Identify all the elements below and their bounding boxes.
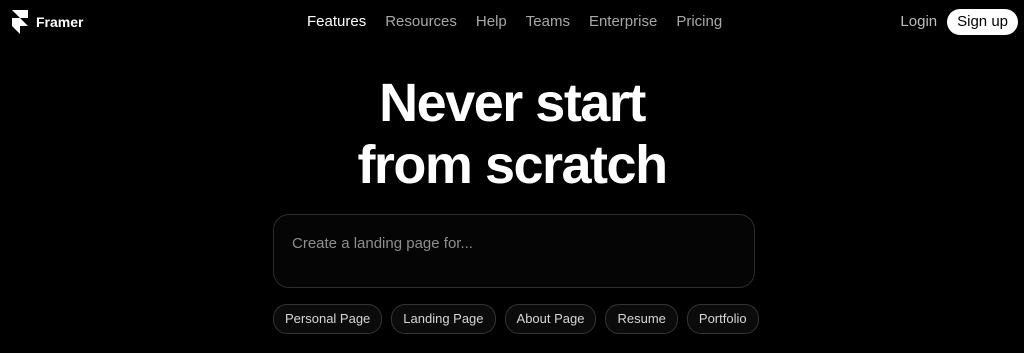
nav-link-pricing[interactable]: Pricing <box>676 12 722 32</box>
auth-actions: Login Sign up <box>900 9 1018 35</box>
nav-link-resources[interactable]: Resources <box>385 12 457 32</box>
main-nav: Features Resources Help Teams Enterprise… <box>307 12 722 32</box>
brand-name: Framer <box>36 14 84 30</box>
chip-portfolio[interactable]: Portfolio <box>686 304 759 334</box>
nav-link-enterprise[interactable]: Enterprise <box>589 12 657 32</box>
suggestion-chips: Personal Page Landing Page About Page Re… <box>273 304 759 334</box>
signup-button[interactable]: Sign up <box>947 9 1018 35</box>
prompt-input[interactable] <box>292 229 732 257</box>
nav-link-features[interactable]: Features <box>307 12 366 32</box>
brand-logo-link[interactable]: Framer <box>12 10 83 34</box>
framer-logo-icon <box>12 10 28 34</box>
hero-title: Never start from scratch <box>0 72 1024 196</box>
prompt-box[interactable] <box>273 214 755 288</box>
top-navbar: Framer Features Resources Help Teams Ent… <box>0 0 1024 44</box>
chip-personal-page[interactable]: Personal Page <box>273 304 383 334</box>
nav-link-teams[interactable]: Teams <box>526 12 570 32</box>
login-link[interactable]: Login <box>900 9 937 35</box>
chip-resume[interactable]: Resume <box>605 304 678 334</box>
hero-title-line-2: from scratch <box>357 135 668 195</box>
nav-link-help[interactable]: Help <box>476 12 507 32</box>
hero-title-line-1: Never start <box>379 73 646 133</box>
chip-about-page[interactable]: About Page <box>504 304 597 334</box>
chip-landing-page[interactable]: Landing Page <box>391 304 496 334</box>
